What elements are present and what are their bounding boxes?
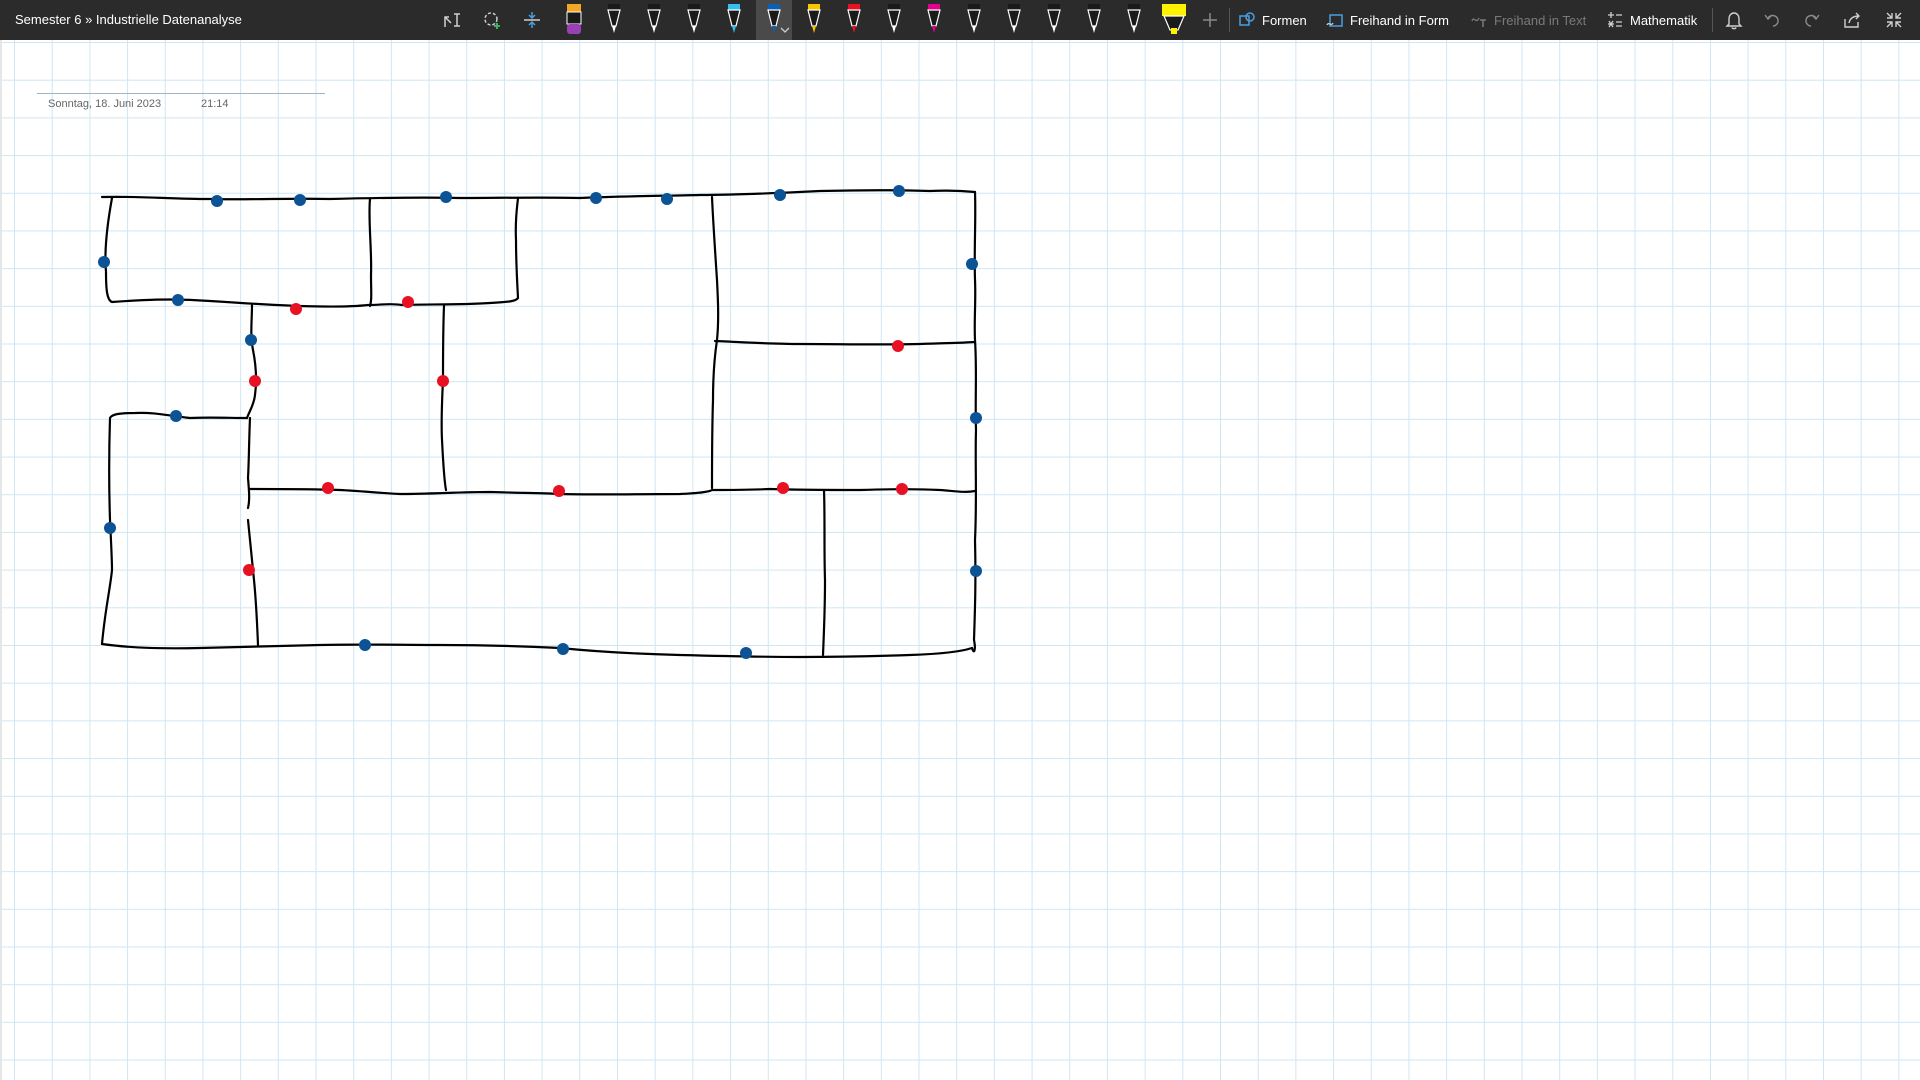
collapse-fullscreen-icon[interactable] [1878,0,1910,40]
shapes-icon [1239,12,1255,26]
ink-to-text-button[interactable]: Freihand in Text [1470,0,1586,40]
lasso-add-icon[interactable] [476,0,508,40]
note-time: 21:14 [201,98,229,110]
highlighter-yellow-icon[interactable] [1156,0,1192,40]
shapes-label: Formen [1262,12,1307,28]
pen-red-icon[interactable] [836,0,872,40]
pen-blue-selected-icon[interactable] [756,0,792,40]
pen-yellow-icon[interactable] [796,0,832,40]
undo-icon[interactable] [1756,0,1788,40]
pen-black-4-icon[interactable] [876,0,912,40]
add-pen-plus-icon[interactable] [1198,0,1222,40]
shapes-button[interactable]: Formen [1238,0,1307,40]
pen-orange-purple-icon[interactable] [556,0,592,40]
lasso-text-select-icon[interactable] [436,0,468,40]
ink-to-shape-label: Freihand in Form [1350,12,1449,28]
breadcrumb[interactable]: Semester 6 » Industrielle Datenanalyse [15,12,242,27]
note-date: Sonntag, 18. Juni 2023 [48,98,162,110]
chevron-down-icon [780,27,790,33]
ink-to-text-icon [1471,17,1486,27]
add-space-icon[interactable] [516,0,548,40]
pen-black-8-icon[interactable] [1076,0,1112,40]
note-canvas[interactable] [0,40,1920,1080]
pen-cyan-icon[interactable] [716,0,752,40]
ink-to-shape-button[interactable]: Freihand in Form [1326,0,1449,40]
math-button[interactable]: Mathematik [1606,0,1697,40]
pen-black-3-icon[interactable] [676,0,712,40]
pen-black-2-icon[interactable] [636,0,672,40]
math-icon [1608,12,1622,28]
redo-icon[interactable] [1796,0,1828,40]
pen-black-5-icon[interactable] [956,0,992,40]
canvas-left-edge [0,40,2,1080]
ink-to-shape-icon [1326,14,1343,27]
pen-black-1-icon[interactable] [596,0,632,40]
notification-bell-icon[interactable] [1718,0,1750,40]
ink-to-text-label: Freihand in Text [1494,12,1587,28]
pen-black-6-icon[interactable] [996,0,1032,40]
toolbar-separator [1712,8,1713,32]
math-label: Mathematik [1630,12,1698,28]
pen-pink-icon[interactable] [916,0,952,40]
pen-black-7-icon[interactable] [1036,0,1072,40]
toolbar: Semester 6 » Industrielle Datenanalyse F… [0,0,1920,40]
share-icon[interactable] [1836,0,1868,40]
toolbar-separator [1229,8,1230,32]
pen-black-9-icon[interactable] [1116,0,1152,40]
page-title-line[interactable] [37,93,325,94]
